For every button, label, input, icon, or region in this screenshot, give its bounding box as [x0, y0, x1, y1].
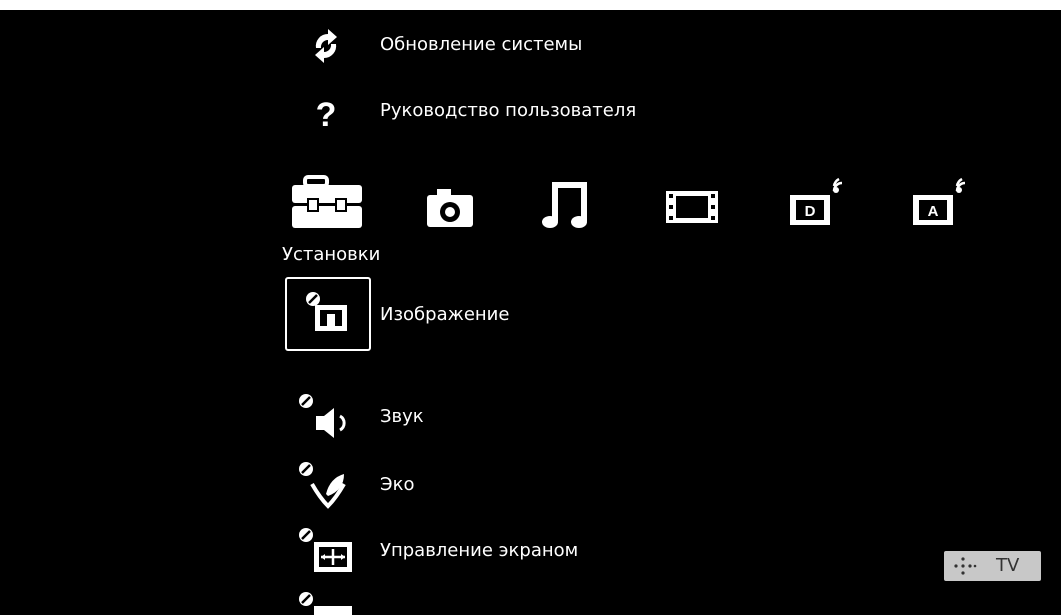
settings-item-label: Эко: [380, 474, 415, 495]
settings-item-sound[interactable]: Звук: [290, 390, 890, 446]
settings-item-partial[interactable]: [290, 588, 890, 615]
toolbox-icon: [284, 175, 374, 235]
music-icon: [522, 175, 612, 235]
picture-settings-icon: [290, 288, 362, 344]
badge-letter: A: [928, 203, 939, 220]
digital-broadcast-icon: D: [772, 175, 862, 235]
options-icon: [954, 557, 980, 575]
category-photo[interactable]: [405, 175, 495, 235]
settings-item-eco[interactable]: Эко: [290, 458, 890, 514]
category-label: Установки: [282, 244, 381, 265]
screen-control-icon: [290, 524, 362, 580]
tv-menu-screen: Обновление системы ? Руководство пользов…: [0, 10, 1061, 615]
category-digital-tv[interactable]: D: [772, 175, 862, 235]
category-music[interactable]: [522, 175, 612, 235]
svg-text:?: ?: [316, 96, 337, 134]
film-icon: [648, 175, 738, 235]
category-analog-tv[interactable]: A: [895, 175, 985, 235]
badge-letter: D: [805, 203, 816, 220]
camera-icon: [405, 175, 495, 235]
sound-settings-icon: [290, 390, 362, 446]
tv-label: TV: [996, 555, 1020, 576]
menu-item-label: Руководство пользователя: [380, 100, 637, 121]
question-icon: ?: [290, 84, 362, 140]
settings-item-picture[interactable]: Изображение: [290, 288, 890, 344]
settings-item-label: Управление экраном: [380, 540, 579, 561]
menu-item-label: Обновление системы: [380, 34, 583, 55]
settings-item-label: Изображение: [380, 304, 510, 325]
tv-input-badge[interactable]: TV: [944, 551, 1041, 581]
analog-broadcast-icon: A: [895, 175, 985, 235]
settings-item-screen-control[interactable]: Управление экраном: [290, 524, 890, 580]
category-settings[interactable]: [284, 175, 374, 235]
menu-item-user-guide[interactable]: ? Руководство пользователя: [290, 84, 890, 140]
settings-item-icon: [290, 588, 362, 615]
eco-settings-icon: [290, 458, 362, 514]
refresh-icon: [290, 18, 362, 74]
category-video[interactable]: [648, 175, 738, 235]
settings-item-label: Звук: [380, 406, 424, 427]
menu-item-system-update[interactable]: Обновление системы: [290, 18, 890, 74]
